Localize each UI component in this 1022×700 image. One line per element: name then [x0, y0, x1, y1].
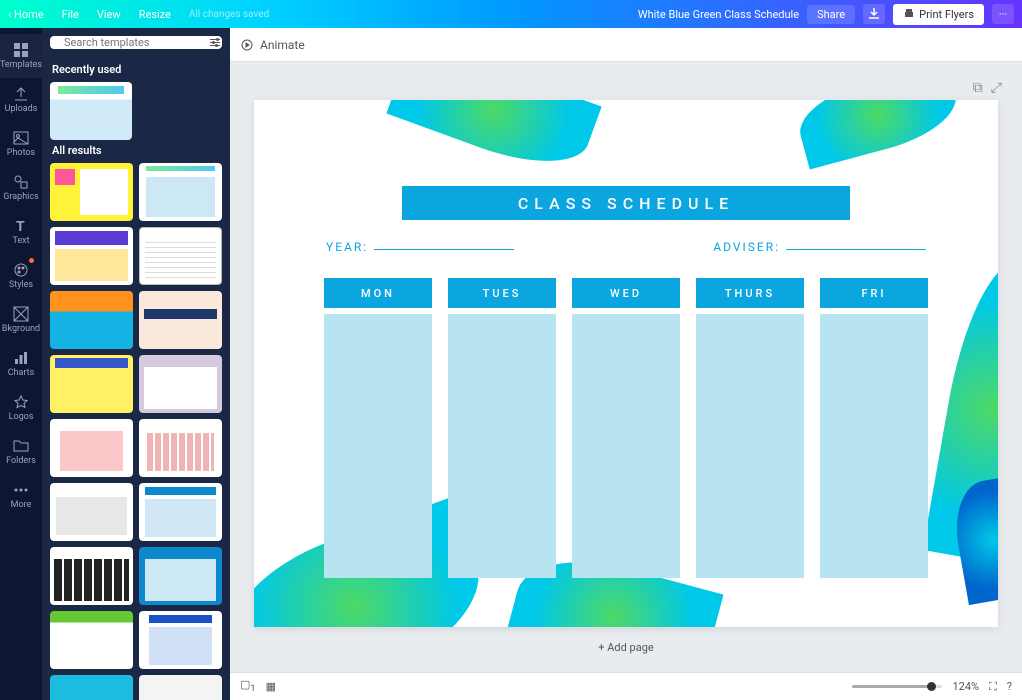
rail-more[interactable]: More — [0, 474, 42, 518]
template-thumb[interactable] — [50, 227, 133, 285]
duplicate-page-icon[interactable]: ⧉ — [973, 80, 983, 96]
home-link[interactable]: ‹ Home — [8, 8, 44, 21]
search-box[interactable] — [50, 36, 222, 49]
section-all-results: All results — [52, 144, 222, 157]
decorative-leaf — [386, 100, 601, 182]
template-thumb[interactable] — [50, 291, 133, 349]
template-thumb[interactable] — [50, 547, 133, 605]
animate-button[interactable]: Animate — [240, 38, 305, 52]
template-thumb[interactable] — [139, 227, 222, 285]
file-menu[interactable]: File — [62, 8, 79, 21]
day-header-mon[interactable]: MON — [324, 278, 432, 308]
template-thumb[interactable] — [50, 419, 133, 477]
main-area: Animate ⧉ ⤢ CLASS SCHEDULE YEAR: ADVISER… — [230, 28, 1022, 700]
rail-background[interactable]: Bkground — [0, 298, 42, 342]
template-thumb[interactable] — [139, 483, 222, 541]
rail-logos[interactable]: Logos — [0, 386, 42, 430]
canvas-toolbar: Animate — [230, 28, 1022, 62]
day-header-fri[interactable]: FRI — [820, 278, 928, 308]
section-recently-used: Recently used — [52, 63, 222, 76]
rail-charts[interactable]: Charts — [0, 342, 42, 386]
filter-icon[interactable] — [210, 39, 220, 46]
template-thumb[interactable] — [139, 291, 222, 349]
bottom-bar: ▢1 ▦ 124% ⛶ ? — [230, 672, 1022, 700]
add-page-button[interactable]: + Add page — [598, 641, 653, 654]
rail-graphics[interactable]: Graphics — [0, 166, 42, 210]
decorative-leaf — [792, 100, 965, 170]
rail-folders[interactable]: Folders — [0, 430, 42, 474]
template-thumb[interactable] — [139, 163, 222, 221]
share-button[interactable]: Share — [807, 5, 855, 24]
rail-photos[interactable]: Photos — [0, 122, 42, 166]
day-body[interactable] — [696, 314, 804, 578]
day-header-wed[interactable]: WED — [572, 278, 680, 308]
print-flyers-button[interactable]: Print Flyers — [893, 4, 984, 25]
rail-templates[interactable]: Templates — [0, 34, 42, 78]
day-header-tues[interactable]: TUES — [448, 278, 556, 308]
adviser-label[interactable]: ADVISER: — [713, 240, 780, 254]
design-canvas[interactable]: CLASS SCHEDULE YEAR: ADVISER: MON TUES W… — [254, 100, 998, 627]
top-menu-bar: ‹ Home File View Resize All changes save… — [0, 0, 1022, 28]
download-icon — [868, 8, 880, 20]
animate-icon — [240, 38, 254, 52]
day-body[interactable] — [572, 314, 680, 578]
zoom-level[interactable]: 124% — [952, 680, 979, 693]
save-status: All changes saved — [189, 9, 269, 20]
rail-uploads[interactable]: Uploads — [0, 78, 42, 122]
tool-rail: Templates Uploads Photos Graphics TText … — [0, 28, 42, 700]
day-body[interactable] — [820, 314, 928, 578]
templates-panel: Recently used All results ◀ — [42, 28, 230, 700]
template-thumb[interactable] — [139, 547, 222, 605]
rail-text[interactable]: TText — [0, 210, 42, 254]
resize-menu[interactable]: Resize — [139, 8, 171, 21]
print-icon — [903, 8, 915, 20]
search-input[interactable] — [64, 36, 204, 49]
svg-text:T: T — [16, 219, 25, 234]
adviser-line[interactable] — [786, 249, 926, 250]
template-thumb[interactable] — [139, 355, 222, 413]
template-thumb[interactable] — [50, 611, 133, 669]
days-row: MON TUES WED THURS FRI — [324, 278, 928, 578]
template-thumb[interactable] — [50, 82, 132, 140]
help-icon[interactable]: ? — [1007, 680, 1012, 693]
day-body[interactable] — [324, 314, 432, 578]
template-thumb[interactable] — [50, 163, 133, 221]
page-count-icon[interactable]: ▢1 — [240, 678, 256, 694]
template-thumb[interactable] — [139, 675, 222, 700]
year-line[interactable] — [374, 249, 514, 250]
expand-page-icon[interactable]: ⤢ — [991, 80, 1002, 96]
download-button[interactable] — [863, 4, 885, 24]
view-menu[interactable]: View — [97, 8, 121, 21]
more-menu-button[interactable]: ··· — [992, 4, 1014, 24]
year-label[interactable]: YEAR: — [326, 240, 368, 254]
document-title[interactable]: White Blue Green Class Schedule — [638, 8, 799, 21]
rail-styles[interactable]: Styles — [0, 254, 42, 298]
template-thumb[interactable] — [50, 675, 133, 700]
schedule-title[interactable]: CLASS SCHEDULE — [402, 186, 850, 220]
template-thumb[interactable] — [50, 355, 133, 413]
grid-view-icon[interactable]: ▦ — [266, 680, 276, 693]
day-body[interactable] — [448, 314, 556, 578]
day-header-thurs[interactable]: THURS — [696, 278, 804, 308]
fullscreen-icon[interactable]: ⛶ — [989, 680, 997, 694]
template-thumb[interactable] — [139, 419, 222, 477]
zoom-slider[interactable] — [852, 685, 942, 688]
template-thumb[interactable] — [50, 483, 133, 541]
template-thumb[interactable] — [139, 611, 222, 669]
